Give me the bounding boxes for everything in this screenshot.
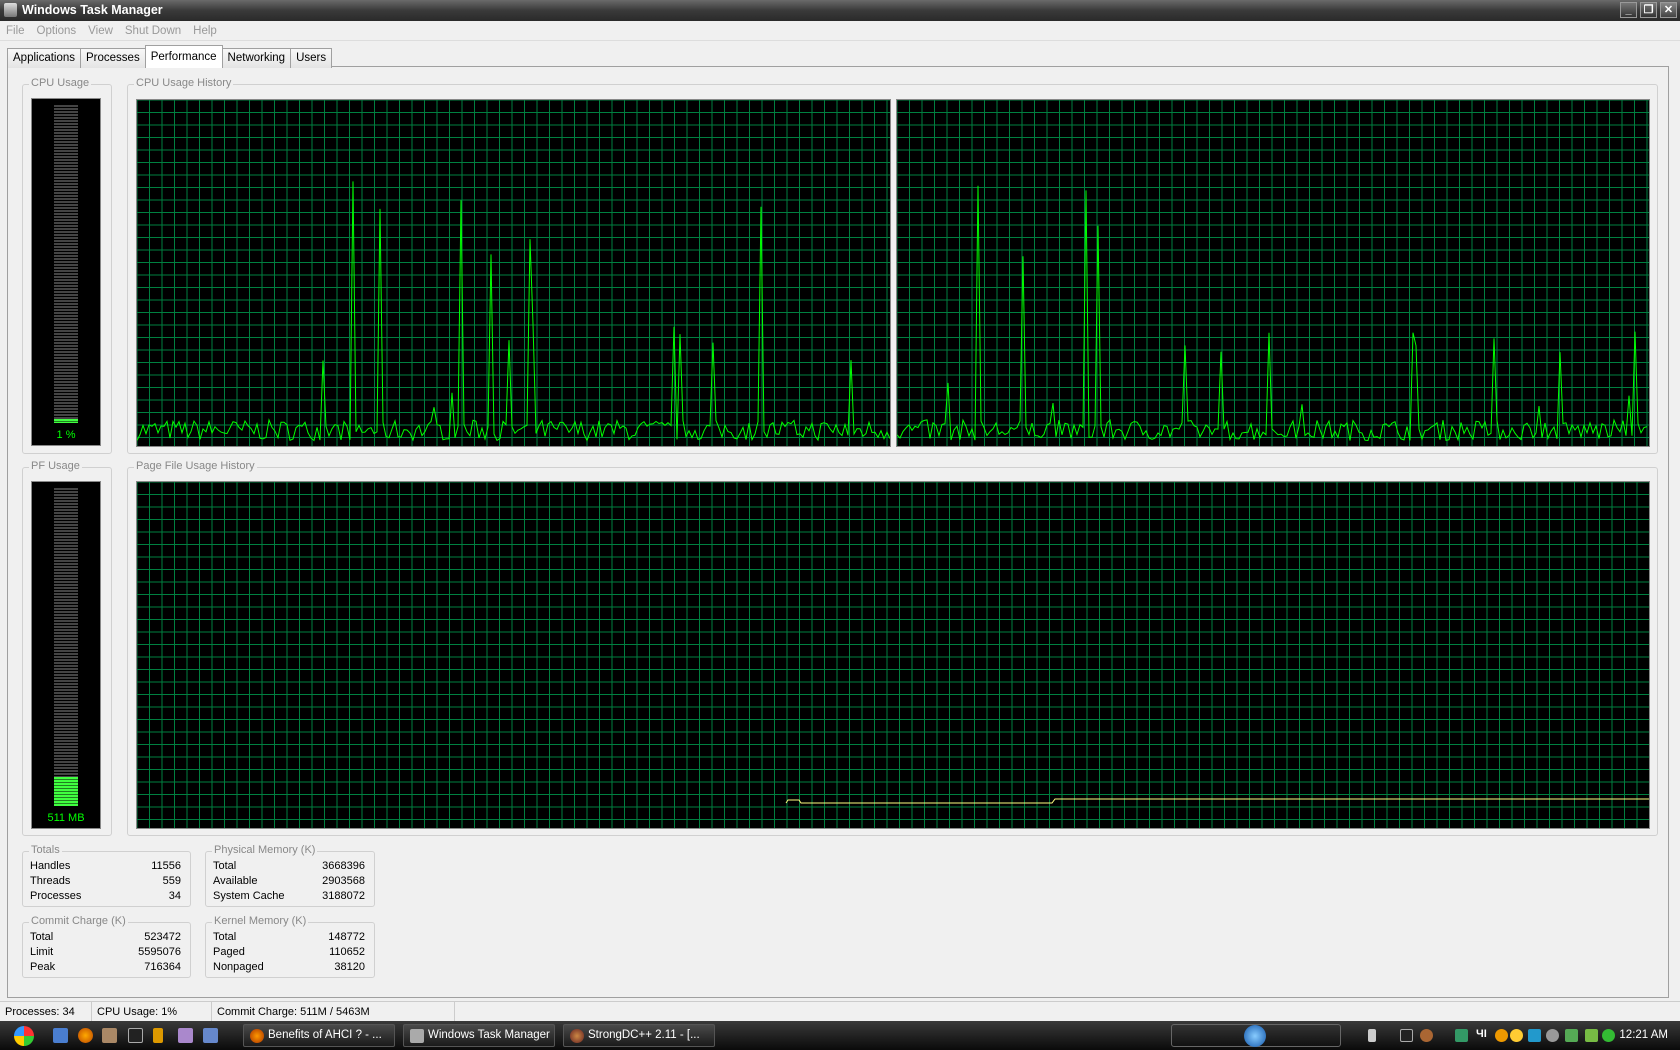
app-icon[interactable] [102,1028,117,1043]
pf-usage-value: 511 MB [47,812,85,824]
firefox-icon [250,1029,264,1043]
media-player-toolbar[interactable] [1171,1024,1341,1047]
strongdc-icon [570,1029,584,1043]
menu-help[interactable]: Help [187,21,223,41]
cpu-usage-meter: 1 % [31,98,101,446]
cpu-usage-label: CPU Usage [29,77,92,89]
menu-file[interactable]: File [0,21,31,41]
taskbar-task-strongdc[interactable]: StrongDC++ 2.11 - [... [563,1024,715,1047]
cpu-usage-group: CPU Usage 1 % [22,77,112,454]
kernel-paged: Paged 110652 [213,946,365,958]
status-commit-charge: Commit Charge: 511M / 5463M [212,1002,455,1021]
tab-performance[interactable]: Performance [144,45,223,68]
status-processes: Processes: 34 [0,1002,92,1021]
kernel-memory-group: Kernel Memory (K) Total 148772 Paged 11065… [205,915,375,978]
tray-icon[interactable] [1546,1029,1559,1042]
physical-total: Total 3668396 [213,860,365,872]
firefox-icon[interactable] [78,1028,93,1043]
taskbar-task-firefox[interactable]: Benefits of AHCI ? - ... [243,1024,395,1047]
performance-panel: CPU Usage 1 % CPU Usage History PF Usage… [7,66,1669,998]
commit-limit: Limit 5595076 [30,946,181,958]
menu-bar: File Options View Shut Down Help [0,21,1680,41]
tray-icon[interactable] [1368,1029,1376,1042]
menu-shut-down[interactable]: Shut Down [119,21,187,41]
cpu-history-label: CPU Usage History [134,77,234,89]
aim-tray-icon[interactable] [1510,1029,1523,1042]
tray-text: ЧI [1476,1028,1487,1040]
maximize-button[interactable]: ❐ [1640,2,1657,18]
word-icon[interactable] [203,1028,218,1043]
pf-usage-group: PF Usage 511 MB [22,460,112,836]
menu-options[interactable]: Options [31,21,83,41]
physical-memory-label: Physical Memory (K) [212,844,318,856]
pf-usage-meter: 511 MB [31,481,101,829]
tab-networking[interactable]: Networking [221,48,292,68]
kernel-nonpaged: Nonpaged 38120 [213,961,365,973]
pf-history-graph [136,481,1650,829]
nvidia-tray-icon[interactable] [1585,1029,1598,1042]
taskbar-task-task-manager[interactable]: Windows Task Manager [403,1024,555,1047]
task-manager-icon [4,3,17,17]
pf-history-group: Page File Usage History [127,460,1658,836]
physical-available: Available 2903568 [213,875,365,887]
tray-icon[interactable] [1528,1029,1541,1042]
aim-icon[interactable] [153,1028,163,1043]
kernel-total: Total 148772 [213,931,365,943]
tab-bar: Applications Processes Performance Netwo… [7,45,333,68]
tray-icon[interactable] [1420,1029,1433,1042]
start-button[interactable] [14,1026,34,1046]
pf-history-label: Page File Usage History [134,460,257,472]
window-title: Windows Task Manager [22,3,163,17]
totals-threads: Threads 559 [30,875,181,887]
physical-memory-group: Physical Memory (K) Total 3668396 Availab… [205,844,375,907]
taskbar: Benefits of AHCI ? - ... Windows Task Ma… [0,1021,1680,1050]
pf-usage-label: PF Usage [29,460,82,472]
graph-grid [897,100,1649,446]
pf-history-line [785,798,1649,804]
steam-tray-icon[interactable] [1400,1029,1413,1042]
tray-icon[interactable] [1495,1029,1508,1042]
status-cpu-usage: CPU Usage: 1% [92,1002,212,1021]
play-icon[interactable] [1244,1025,1266,1047]
totals-handles: Handles 11556 [30,860,181,872]
tab-processes[interactable]: Processes [80,48,146,68]
task-manager-icon [410,1029,424,1043]
commit-total: Total 523472 [30,931,181,943]
onenote-icon[interactable] [178,1028,193,1043]
tab-users[interactable]: Users [290,48,333,68]
cpu-usage-value: 1 % [56,429,76,441]
totals-processes: Processes 34 [30,890,181,902]
tab-applications[interactable]: Applications [7,48,82,68]
kernel-memory-label: Kernel Memory (K) [212,915,309,927]
totals-group: Totals Handles 11556 Threads 559 Processes… [22,844,191,907]
ie-icon[interactable] [53,1028,68,1043]
commit-peak: Peak 716364 [30,961,181,973]
close-button[interactable]: ✕ [1660,2,1677,18]
menu-view[interactable]: View [82,21,119,41]
cpu-history-graph-core1 [136,99,891,447]
update-tray-icon[interactable] [1602,1029,1615,1042]
minimize-button[interactable]: _ [1620,2,1637,18]
totals-label: Totals [29,844,62,856]
status-bar: Processes: 34 CPU Usage: 1% Commit Charg… [0,1001,1680,1021]
network-tray-icon[interactable] [1455,1029,1468,1042]
tray-icon[interactable] [1565,1029,1578,1042]
steam-icon[interactable] [128,1028,143,1043]
cpu-history-group: CPU Usage History [127,77,1658,454]
commit-charge-group: Commit Charge (K) Total 523472 Limit 55950… [22,915,191,978]
title-bar: Windows Task Manager _ ❐ ✕ [0,0,1680,21]
physical-system-cache: System Cache 3188072 [213,890,365,902]
clock: 12:21 AM [1619,1029,1668,1041]
commit-charge-label: Commit Charge (K) [29,915,128,927]
graph-grid [137,482,1649,828]
cpu-history-graph-core2 [896,99,1650,447]
graph-grid [137,100,890,446]
